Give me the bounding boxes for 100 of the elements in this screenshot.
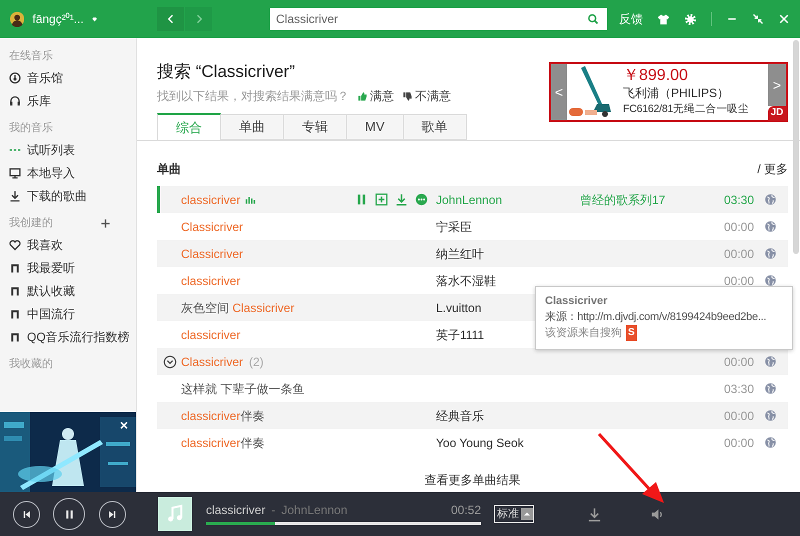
sidebar-item[interactable]: 乐库: [27, 92, 51, 110]
song-artist[interactable]: 宁采臣: [436, 220, 472, 234]
music-note-icon: [9, 308, 21, 320]
section-title: 我收藏的: [9, 356, 53, 372]
song-row[interactable]: 这样就 下辈子做一条鱼 03:30: [157, 375, 788, 402]
song-title[interactable]: 这样就 下辈子做一条鱼: [181, 380, 304, 398]
like-button[interactable]: 满意: [357, 88, 394, 104]
sidebar-item[interactable]: 试听列表: [27, 140, 75, 158]
close-icon: [778, 13, 790, 25]
monitor-icon: [9, 166, 21, 178]
song-artist[interactable]: Yoo Young Seok: [436, 436, 524, 450]
globe-icon: [764, 193, 776, 206]
headphones-icon: [9, 94, 21, 106]
scrollbar-thumb[interactable]: [793, 40, 799, 254]
music-note-icon: [9, 330, 21, 342]
see-more-link[interactable]: 查看更多单曲结果: [424, 473, 520, 487]
sidebar-item[interactable]: 下载的歌曲: [27, 186, 87, 204]
tab[interactable]: 歌单: [404, 114, 466, 140]
tooltip-title: Classicriver: [545, 294, 608, 309]
thumbs-up-icon: [357, 90, 368, 102]
globe-icon: [764, 247, 776, 260]
song-row[interactable]: classicriver伴奏 Yoo Young Seok 00:00: [157, 429, 788, 456]
music-note-icon: [165, 504, 185, 524]
caret-icon: [521, 506, 533, 522]
store-logo: JD: [768, 106, 786, 120]
elapsed-time: 00:52: [450, 503, 481, 517]
more-link[interactable]: / 更多: [757, 161, 788, 177]
song-artist[interactable]: 纳兰红叶: [436, 246, 484, 260]
dislike-button[interactable]: 不满意: [402, 88, 451, 104]
sidebar-item[interactable]: 我喜欢: [27, 236, 63, 254]
song-artist[interactable]: L.vuitton: [436, 300, 482, 314]
search-title: 搜索 “Classicriver”: [157, 62, 296, 82]
song-title[interactable]: classicriver伴奏: [181, 434, 264, 452]
song-title[interactable]: classicriver伴奏: [181, 406, 264, 424]
song-duration: 00:00: [724, 274, 754, 288]
settings-icon: [684, 12, 697, 26]
volume-icon: [650, 506, 665, 522]
shrink-icon: [752, 13, 764, 25]
download-icon: [9, 190, 21, 202]
product-brand: 飞利浦（PHILIPS）: [623, 85, 730, 101]
track-title: classicriver: [206, 503, 266, 517]
sidebar-item[interactable]: 默认收藏: [27, 282, 75, 300]
section-title: 单曲: [157, 161, 181, 177]
search-field[interactable]: Classicriver: [270, 8, 607, 30]
sidebar-item[interactable]: 本地导入: [27, 164, 75, 182]
skip-back-icon: [21, 508, 32, 520]
song-duration: 00:00: [724, 246, 754, 260]
sidebar-item[interactable]: QQ音乐流行指数榜: [27, 328, 130, 346]
heart-icon: [9, 238, 21, 250]
shirt-icon: [657, 12, 670, 26]
track-artist: JohnLennon: [281, 503, 348, 517]
product-name: FC6162/81无绳二合一吸尘: [623, 102, 750, 117]
song-row[interactable]: classicriver 落水不湿鞋 00:00: [157, 267, 788, 294]
song-artist[interactable]: 经典音乐: [436, 408, 484, 422]
pause-icon: [355, 193, 368, 206]
plus-icon: [100, 218, 111, 228]
radio-icon: [9, 72, 21, 84]
section-title: 我创建的: [9, 216, 53, 231]
song-artist[interactable]: 落水不湿鞋: [436, 274, 496, 288]
song-artist[interactable]: 英子1111: [436, 328, 484, 342]
download-icon: [587, 506, 602, 522]
download-icon: [395, 193, 408, 206]
previous-button[interactable]: [13, 500, 40, 528]
globe-icon: [764, 436, 776, 449]
song-duration: 03:30: [724, 192, 754, 206]
song-row[interactable]: Classicriver 纳兰红叶 00:00: [157, 240, 788, 267]
song-title[interactable]: 灰色空间 Classicriver: [181, 298, 294, 316]
close-button[interactable]: ×: [120, 418, 128, 432]
more-icon: [415, 193, 428, 206]
section-title: 在线音乐: [9, 48, 53, 64]
source-note: 该资源来自搜狗: [545, 326, 622, 341]
tab[interactable]: 单曲: [221, 114, 284, 140]
quality-button[interactable]: 标准: [494, 505, 534, 523]
song-count: (2): [249, 354, 264, 370]
tab[interactable]: 专辑: [284, 114, 347, 140]
annotation-arrow: [596, 432, 666, 504]
song-row[interactable]: Classicriver 宁采臣 00:00: [157, 213, 788, 240]
sidebar-item[interactable]: 中国流行: [27, 304, 75, 322]
section-title: 我的音乐: [9, 120, 53, 136]
thumbs-down-icon: [402, 90, 413, 102]
music-note-icon: [9, 284, 21, 296]
song-duration: 00:00: [724, 354, 754, 368]
song-duration: 00:00: [724, 220, 754, 234]
song-duration: 00:00: [724, 436, 754, 450]
song-duration: 03:30: [724, 382, 754, 396]
globe-icon: [764, 409, 776, 422]
song-duration: 00:00: [724, 408, 754, 422]
back-button[interactable]: [157, 7, 184, 31]
pause-button[interactable]: [53, 498, 85, 530]
sidebar-item[interactable]: 我最爱听: [27, 258, 75, 276]
separator: -: [271, 503, 276, 517]
sidebar-item[interactable]: 音乐馆: [27, 68, 63, 86]
globe-icon: [764, 220, 776, 233]
next-button[interactable]: [99, 500, 126, 528]
song-row[interactable]: classicriver伴奏 经典音乐 00:00: [157, 402, 788, 429]
globe-icon: [764, 382, 776, 395]
globe-icon: [764, 355, 776, 368]
tab[interactable]: MV: [347, 114, 404, 140]
satisfaction-prompt: 找到以下结果，对搜索结果满意吗？: [157, 88, 349, 104]
skip-forward-icon: [107, 508, 118, 520]
